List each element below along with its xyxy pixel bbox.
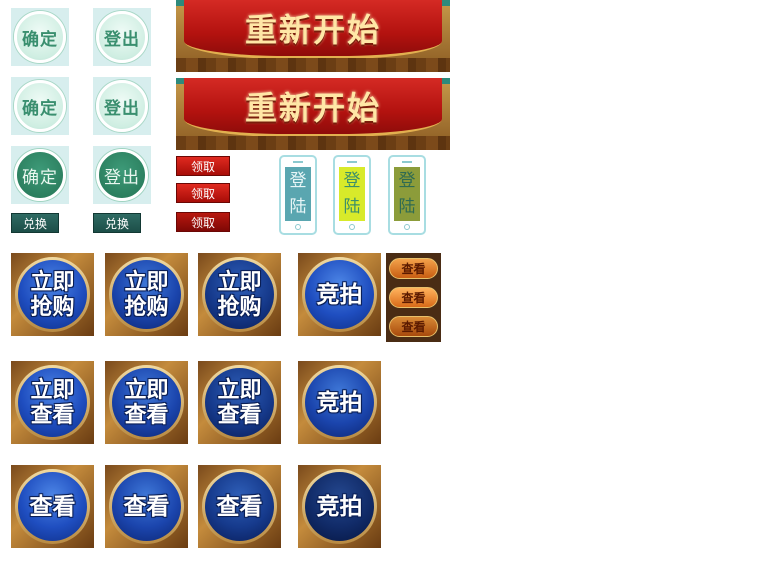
logout-label: 登出 <box>96 80 148 132</box>
login-screen: 登 陆 <box>339 167 365 221</box>
exchange-label: 兑换 <box>104 216 129 231</box>
wood-plank <box>176 136 450 150</box>
view-label: 查看 <box>123 492 170 520</box>
auction-label: 竞拍 <box>316 280 363 308</box>
restart-label: 重新开始 <box>244 11 381 49</box>
login-button-hover[interactable]: 登 陆 <box>333 155 371 235</box>
claim-button[interactable]: 领取 <box>176 156 230 176</box>
view-small-label: 查看 <box>401 320 426 334</box>
exchange-button[interactable]: 兑换 <box>93 213 141 233</box>
logout-button-light[interactable]: 登出 <box>93 8 151 66</box>
claim-label: 领取 <box>190 186 215 201</box>
buy-now-label-bottom: 抢购 <box>124 293 169 320</box>
auction-button-pressed[interactable]: 竞拍 <box>298 465 381 548</box>
view-now-button[interactable]: 立即 查看 <box>11 361 94 444</box>
logout-label: 登出 <box>96 149 148 201</box>
view-now-label-top: 立即 <box>124 376 169 403</box>
view-now-label-bottom: 查看 <box>217 401 262 428</box>
restart-banner-button[interactable]: 重新开始 <box>176 0 450 72</box>
view-now-button-hover[interactable]: 立即 查看 <box>105 361 188 444</box>
claim-button-pressed[interactable]: 领取 <box>176 212 230 232</box>
confirm-button-hover[interactable]: 确定 <box>11 77 69 135</box>
login-char: 登 <box>343 171 361 191</box>
login-button-pressed[interactable]: 登 陆 <box>388 155 426 235</box>
home-dot-icon <box>295 224 301 230</box>
view-label: 查看 <box>216 492 263 520</box>
claim-label: 领取 <box>190 215 215 230</box>
buy-now-label-bottom: 抢购 <box>30 293 75 320</box>
buy-now-button[interactable]: 立即 抢购 <box>11 253 94 336</box>
view-now-label-bottom: 查看 <box>30 401 75 428</box>
auction-button[interactable]: 竞拍 <box>298 253 381 336</box>
logout-button-hover[interactable]: 登出 <box>93 77 151 135</box>
login-screen: 登 陆 <box>285 167 311 221</box>
buy-now-button-hover[interactable]: 立即 抢购 <box>105 253 188 336</box>
banner-cloth: 重新开始 <box>184 0 442 59</box>
restart-banner-button-hover[interactable]: 重新开始 <box>176 78 450 150</box>
view-small-button-hover[interactable]: 查看 <box>389 287 438 308</box>
confirm-button-dark[interactable]: 确定 <box>11 146 69 204</box>
login-char: 登 <box>398 171 416 191</box>
view-button-hover[interactable]: 查看 <box>105 465 188 548</box>
buy-now-label-top: 立即 <box>30 268 75 295</box>
wood-plank <box>176 58 450 72</box>
exchange-button[interactable]: 兑换 <box>11 213 59 233</box>
home-dot-icon <box>404 224 410 230</box>
logout-button-dark[interactable]: 登出 <box>93 146 151 204</box>
view-label: 查看 <box>29 492 76 520</box>
login-screen: 登 陆 <box>394 167 420 221</box>
view-now-label-top: 立即 <box>30 376 75 403</box>
login-char: 陆 <box>343 197 361 217</box>
restart-label: 重新开始 <box>244 89 381 127</box>
home-dot-icon <box>349 224 355 230</box>
view-now-label-bottom: 查看 <box>124 401 169 428</box>
view-now-label-top: 立即 <box>217 376 262 403</box>
confirm-label: 确定 <box>14 149 66 201</box>
auction-button-hover[interactable]: 竞拍 <box>298 361 381 444</box>
claim-label: 领取 <box>190 159 215 174</box>
banner-cloth: 重新开始 <box>184 78 442 137</box>
buy-now-label-top: 立即 <box>217 268 262 295</box>
logout-label: 登出 <box>96 11 148 63</box>
login-button-normal[interactable]: 登 陆 <box>279 155 317 235</box>
exchange-label: 兑换 <box>22 216 47 231</box>
claim-button-hover[interactable]: 领取 <box>176 183 230 203</box>
login-char: 登 <box>289 171 307 191</box>
view-small-label: 查看 <box>401 291 426 305</box>
auction-label: 竞拍 <box>316 388 363 416</box>
auction-label: 竞拍 <box>316 492 363 520</box>
buy-now-label-bottom: 抢购 <box>217 293 262 320</box>
buy-now-button-pressed[interactable]: 立即 抢购 <box>198 253 281 336</box>
view-button-pressed[interactable]: 查看 <box>198 465 281 548</box>
view-button[interactable]: 查看 <box>11 465 94 548</box>
login-char: 陆 <box>398 197 416 217</box>
view-now-button-pressed[interactable]: 立即 查看 <box>198 361 281 444</box>
view-small-label: 查看 <box>401 262 426 276</box>
view-button-states: 查看 查看 查看 <box>386 253 441 342</box>
confirm-button-light[interactable]: 确定 <box>11 8 69 66</box>
view-small-button[interactable]: 查看 <box>389 258 438 279</box>
view-small-button-pressed[interactable]: 查看 <box>389 316 438 337</box>
confirm-label: 确定 <box>14 80 66 132</box>
login-char: 陆 <box>289 197 307 217</box>
confirm-label: 确定 <box>14 11 66 63</box>
buy-now-label-top: 立即 <box>124 268 169 295</box>
